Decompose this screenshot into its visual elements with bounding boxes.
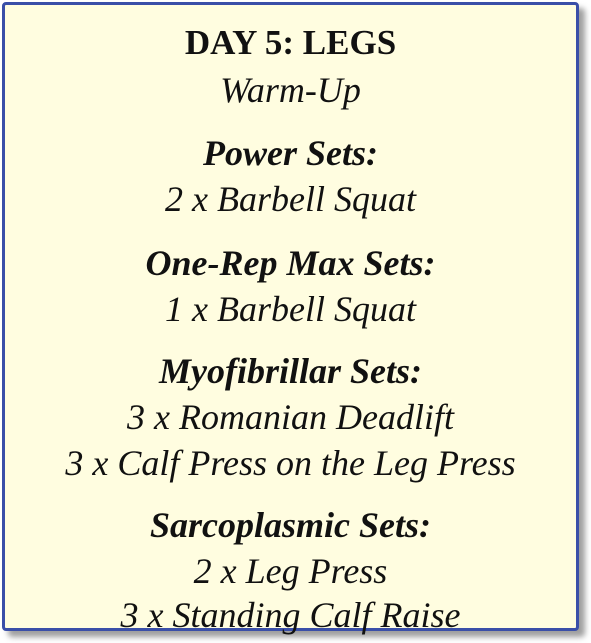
section-item-sarcoplasmic-1: 2 x Leg Press xyxy=(193,551,388,591)
section-heading-myofibrillar: Myofibrillar Sets: xyxy=(158,351,422,391)
section-item-power-1: 2 x Barbell Squat xyxy=(165,179,416,219)
workout-card: DAY 5: LEGS Warm-Up Power Sets: 2 x Barb… xyxy=(2,2,579,635)
section-heading-power: Power Sets: xyxy=(203,133,378,173)
day-title: DAY 5: LEGS xyxy=(184,23,397,62)
warmup-label: Warm-Up xyxy=(220,70,361,110)
section-item-sarcoplasmic-2: 3 x Standing Calf Raise xyxy=(120,595,461,635)
section-heading-one-rep-max: One-Rep Max Sets: xyxy=(145,243,436,283)
section-heading-sarcoplasmic: Sarcoplasmic Sets: xyxy=(149,505,431,545)
section-item-myofibrillar-2: 3 x Calf Press on the Leg Press xyxy=(65,443,516,483)
section-item-myofibrillar-1: 3 x Romanian Deadlift xyxy=(127,397,454,437)
section-item-one-rep-max-1: 1 x Barbell Squat xyxy=(165,289,416,329)
